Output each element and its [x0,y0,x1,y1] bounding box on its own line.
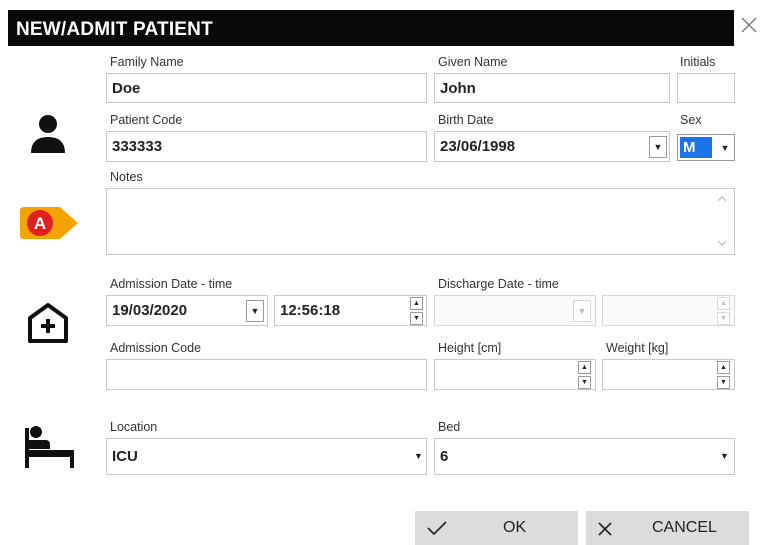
admission-date-dropdown[interactable]: ▼ [246,300,264,322]
ok-button[interactable]: OK [415,511,578,545]
spin-up-icon[interactable]: ▲ [717,361,730,374]
patient-code-field[interactable]: 333333 [106,131,427,162]
discharge-time-spinner[interactable]: ▲ ▼ [717,297,730,325]
weight-spinner[interactable]: ▲ ▼ [717,361,730,389]
cancel-label: CANCEL [652,519,717,536]
svg-text:A: A [34,214,46,233]
given-name-label: Given Name [438,55,508,69]
spin-down-icon[interactable]: ▼ [717,312,730,325]
initials-field[interactable] [677,73,735,103]
close-icon[interactable] [738,14,760,36]
bed-label: Bed [438,420,461,434]
x-icon [598,522,612,536]
weight-field[interactable] [602,359,735,390]
discharge-date-dropdown[interactable]: ▼ [573,300,591,322]
patient-code-label: Patient Code [110,113,183,127]
admission-code-label: Admission Code [110,341,202,355]
chevron-down-icon[interactable]: ▼ [716,135,734,160]
height-spinner[interactable]: ▲ ▼ [578,361,591,389]
location-label: Location [110,420,158,434]
notes-field[interactable] [106,188,735,255]
ok-label: OK [503,519,527,536]
spin-down-icon[interactable]: ▼ [717,376,730,389]
height-field[interactable] [434,359,596,390]
initials-label: Initials [680,55,716,69]
admission-time-spinner[interactable]: ▲ ▼ [410,297,423,325]
sex-value[interactable]: M [680,137,712,158]
spin-down-icon[interactable]: ▼ [578,376,591,389]
checkmark-icon [427,521,447,536]
family-name-label: Family Name [110,55,184,69]
discharge-time-field[interactable] [602,295,735,326]
spin-up-icon[interactable]: ▲ [410,297,423,310]
admission-date-field[interactable]: 19/03/2020 [106,295,268,326]
chevron-down-icon[interactable]: ▼ [414,451,423,461]
chevron-down-icon: ▼ [653,142,663,152]
sex-select[interactable]: M ▼ [677,134,735,161]
spin-up-icon[interactable]: ▲ [578,361,591,374]
alert-a-icon: A [20,207,78,239]
birth-date-dropdown[interactable]: ▼ [649,136,667,158]
person-icon [31,115,65,153]
admission-time-field[interactable]: 12:56:18 [274,295,427,326]
spin-up-icon[interactable]: ▲ [717,297,730,310]
window-title: NEW/ADMIT PATIENT [16,19,213,40]
title-bar: NEW/ADMIT PATIENT [0,0,760,46]
birth-date-label: Birth Date [438,113,494,127]
chevron-down-icon: ▼ [577,306,587,316]
birth-date-field[interactable]: 23/06/1998 [434,131,670,162]
chevron-down-icon: ▼ [250,306,260,316]
location-select[interactable]: ICU [106,438,427,475]
hospital-plus-icon [28,303,68,343]
discharge-date-field[interactable] [434,295,596,326]
bed-select[interactable]: 6 [434,438,735,475]
cancel-button[interactable]: CANCEL [586,511,749,545]
weight-label: Weight [kg] [606,341,669,355]
height-label: Height [cm] [438,341,502,355]
given-name-field[interactable]: John [434,73,670,103]
chevron-down-icon[interactable]: ▼ [720,451,729,461]
admission-date-time-label: Admission Date - time [110,277,233,291]
family-name-field[interactable]: Doe [106,73,427,103]
scroll-up-icon[interactable] [716,194,728,204]
notes-label: Notes [110,170,143,184]
discharge-date-time-label: Discharge Date - time [438,277,559,291]
spin-down-icon[interactable]: ▼ [410,312,423,325]
scroll-down-icon[interactable] [716,238,728,248]
bed-icon [25,426,74,468]
admission-code-field[interactable] [106,359,427,390]
sex-label: Sex [680,113,702,127]
